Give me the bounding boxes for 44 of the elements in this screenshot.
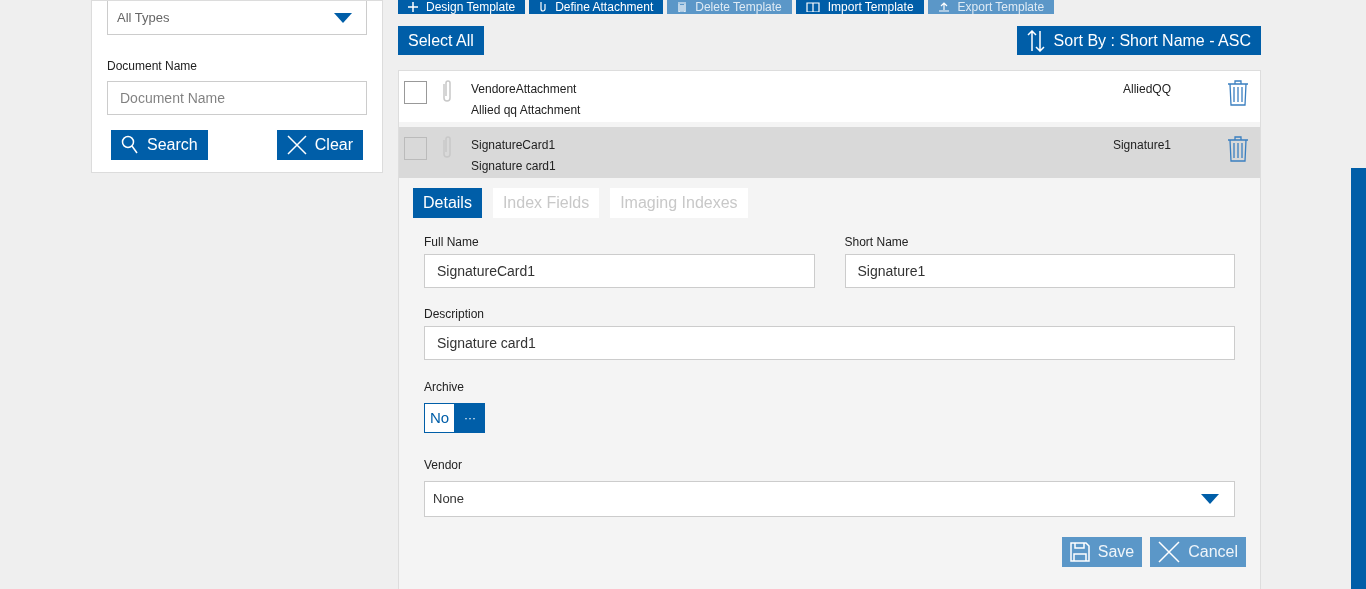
close-icon (1158, 541, 1181, 563)
field-label: Document Name (107, 58, 199, 75)
field-label: Vendor (424, 457, 464, 474)
sort-button[interactable]: Sort By : Short Name - ASC (1016, 26, 1261, 55)
template-name: SignatureCard1 (471, 137, 557, 154)
field-label: Full Name (424, 234, 480, 248)
template-name: VendoreAttachment (471, 81, 578, 98)
archive-value: No (424, 403, 455, 433)
caret-icon (334, 12, 352, 23)
template-description: Allied qq Attachment (471, 102, 582, 119)
upload-icon (937, 2, 950, 12)
type-select[interactable]: All Types (107, 1, 367, 35)
paperclip-icon (442, 80, 452, 104)
short-name: Signature1 (1111, 137, 1171, 154)
search-icon (121, 135, 139, 155)
toolbar-button[interactable]: Design Template (398, 0, 526, 14)
field-label: Archive (424, 379, 465, 396)
document-name-field[interactable]: Document Name (107, 81, 367, 115)
template-row[interactable]: SignatureCard1 Signature card1 Signature1 (399, 127, 1260, 178)
template-row[interactable]: VendoreAttachment Allied qq Attachment AlliedQQ (399, 71, 1260, 122)
select-all-button[interactable]: Select All (398, 26, 484, 55)
short-name: AlliedQQ (1121, 81, 1171, 98)
toolbar-button[interactable]: Define Attachment (529, 0, 664, 14)
search-button[interactable]: Search (111, 130, 208, 160)
field-label: Short Name (844, 234, 910, 248)
clear-button[interactable]: Clear (276, 130, 363, 160)
toolbar-button[interactable]: Import Template (795, 0, 924, 14)
caret-icon (1201, 494, 1219, 504)
paperclip-icon (539, 2, 548, 12)
checkbox[interactable] (404, 137, 427, 160)
ellipsis-button[interactable]: ··· (455, 403, 485, 433)
vendor-select[interactable]: None (424, 481, 1235, 517)
sort-icon (1026, 29, 1045, 52)
template-description: Signature card1 (471, 158, 557, 175)
field-label: Description (424, 306, 486, 320)
checkbox[interactable] (404, 81, 427, 104)
full-name-field[interactable]: SignatureCard1 (424, 254, 815, 288)
close-icon (286, 135, 307, 155)
description-field[interactable]: Signature card1 (424, 326, 1235, 360)
floppy-disk-icon (1069, 542, 1090, 562)
tab[interactable]: Details (413, 188, 482, 218)
box-icon (805, 2, 820, 12)
short-name-field[interactable]: Signature1 (844, 254, 1235, 288)
plus-icon (408, 2, 418, 12)
